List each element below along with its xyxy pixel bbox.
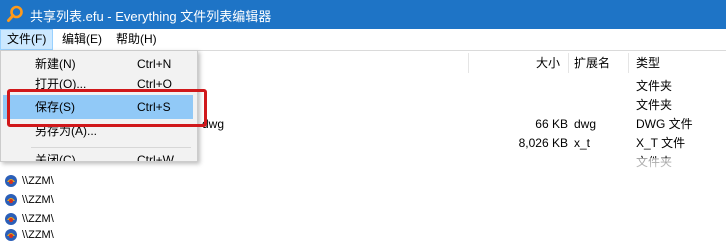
- cell-size: 8,026 KB: [518, 136, 568, 150]
- menu-item-label: 关闭(C): [35, 153, 76, 161]
- menu-item-label: 打开(O)...: [35, 77, 87, 89]
- column-size[interactable]: 大小: [536, 51, 560, 75]
- shared-folder-icon: [5, 194, 17, 206]
- column-separator[interactable]: [468, 53, 469, 73]
- column-extension[interactable]: 扩展名: [574, 51, 610, 75]
- list-row[interactable]: \\ZZM\: [0, 226, 60, 245]
- column-separator[interactable]: [628, 53, 629, 73]
- menu-edit[interactable]: 编辑(E): [56, 29, 108, 50]
- menu-item-open[interactable]: 打开(O)... Ctrl+O: [3, 75, 193, 89]
- cell-type: 文件夹: [636, 98, 673, 112]
- list-row[interactable]: 文件夹: [196, 77, 726, 96]
- search-app-icon: [7, 5, 23, 22]
- cell-extension: x_t: [574, 136, 591, 150]
- list-header: 大小 扩展名 类型: [196, 51, 726, 75]
- row-path: \\ZZM\: [22, 194, 54, 206]
- row-path: \\ZZM\: [22, 229, 54, 241]
- column-separator[interactable]: [568, 53, 569, 73]
- cell-size: 66 KB: [535, 117, 568, 131]
- list-row[interactable]: 文件夹: [196, 96, 726, 115]
- highlight-annotation-box: [7, 89, 207, 127]
- menu-item-close[interactable]: 关闭(C) Ctrl+W: [3, 151, 193, 161]
- menu-file[interactable]: 文件(F): [0, 29, 54, 50]
- cell-type: 文件夹: [636, 79, 673, 93]
- column-type[interactable]: 类型: [636, 51, 660, 75]
- menu-help[interactable]: 帮助(H): [110, 29, 163, 50]
- blur-overlay: [55, 158, 726, 244]
- cell-extension: dwg: [574, 117, 597, 131]
- window-title: 共享列表.efu - Everything 文件列表编辑器: [30, 9, 272, 24]
- list-row[interactable]: 8,026 KB x_t X_T 文件: [196, 134, 726, 153]
- list-row[interactable]: \\ZZM\: [0, 191, 60, 210]
- menu-item-label: 新建(N): [35, 57, 76, 71]
- row-path: \\ZZM\: [22, 175, 54, 187]
- list-row[interactable]: dwg 66 KB dwg DWG 文件: [196, 115, 726, 134]
- menu-separator: [31, 147, 191, 148]
- menu-bar: 文件(F) 编辑(E) 帮助(H): [0, 29, 726, 51]
- cell-type: DWG 文件: [636, 117, 693, 131]
- shared-folder-icon: [5, 229, 17, 241]
- menu-item-shortcut: Ctrl+W: [137, 153, 174, 161]
- shared-folder-icon: [5, 175, 17, 187]
- cell-type: X_T 文件: [636, 136, 686, 150]
- list-row[interactable]: \\ZZM\: [0, 172, 60, 191]
- menu-item-shortcut: Ctrl+N: [137, 57, 172, 71]
- shared-folder-icon: [5, 213, 17, 225]
- title-bar: 共享列表.efu - Everything 文件列表编辑器: [0, 0, 726, 29]
- menu-item-shortcut: Ctrl+O: [137, 77, 173, 89]
- menu-item-new[interactable]: 新建(N) Ctrl+N: [3, 53, 193, 75]
